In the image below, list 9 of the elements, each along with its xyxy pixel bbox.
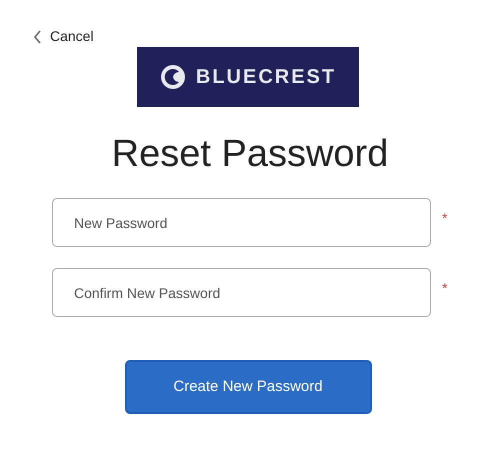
cancel-link[interactable]: Cancel bbox=[33, 26, 94, 47]
password-field[interactable]: New Password bbox=[52, 198, 431, 247]
required-mark: * bbox=[442, 209, 448, 228]
page-title: Reset Password bbox=[110, 132, 390, 177]
password-field[interactable]: Confirm New Password bbox=[52, 268, 431, 317]
create-password-button[interactable]: Create New Password bbox=[124, 360, 372, 414]
logo-text: BLUECREST bbox=[196, 65, 336, 90]
required-mark: * bbox=[442, 279, 448, 298]
chevron-left-icon bbox=[33, 30, 42, 44]
